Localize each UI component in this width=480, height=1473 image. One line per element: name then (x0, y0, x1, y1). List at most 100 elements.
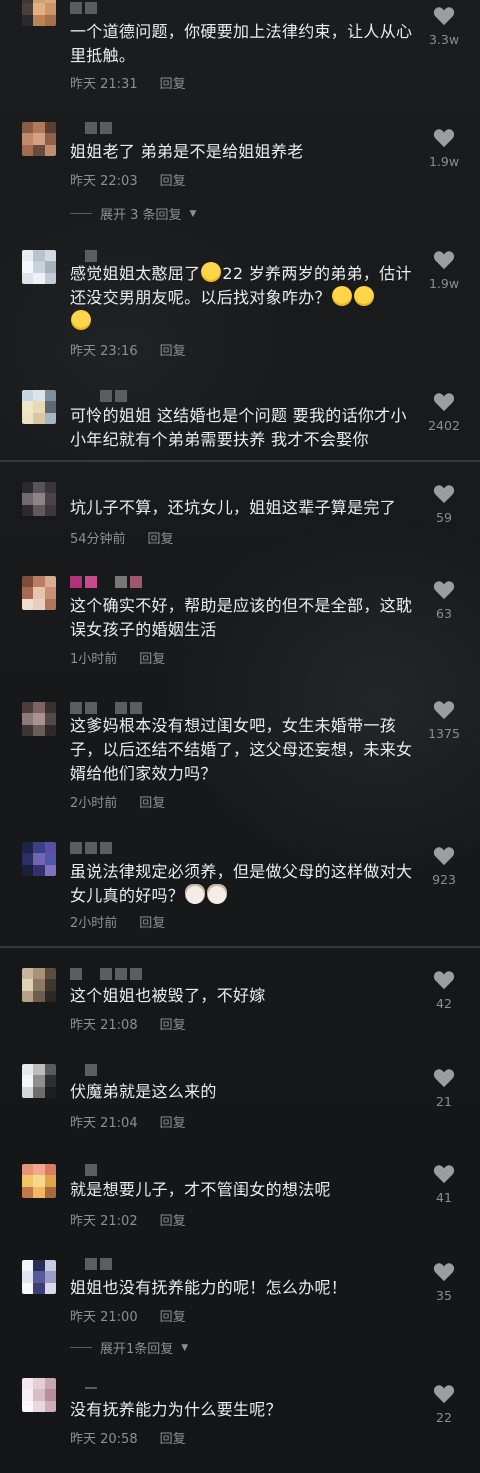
reply-button[interactable]: 回复 (160, 1210, 186, 1229)
comment-time: 昨天 21:04 (70, 1116, 138, 1131)
reply-button[interactable]: 回复 (160, 1112, 186, 1131)
comment-meta: 昨天 22:03 回复 (70, 170, 186, 189)
avatar[interactable] (22, 122, 56, 156)
avatar[interactable] (22, 702, 56, 736)
like-button[interactable]: 2402 (424, 392, 464, 433)
username-blurred[interactable] (70, 122, 112, 134)
like-count: 21 (436, 1094, 452, 1109)
like-count: 1375 (428, 726, 460, 741)
avatar[interactable] (22, 576, 56, 610)
comment-meta: 昨天 21:02 回复 (70, 1210, 186, 1229)
avatar[interactable] (22, 968, 56, 1002)
username-blurred[interactable] (70, 2, 97, 14)
like-count: 42 (436, 996, 452, 1011)
comment-meta: 昨天 21:31 回复 (70, 73, 186, 92)
reply-button[interactable]: 回复 (160, 1428, 186, 1447)
like-button[interactable]: 22 (424, 1384, 464, 1425)
comment-time: 2小时前 (70, 796, 118, 811)
heart-icon (433, 701, 455, 720)
comment-text-part: 感觉姐姐太憨屈了 (70, 264, 201, 283)
avatar[interactable] (22, 1260, 56, 1294)
like-button[interactable]: 59 (424, 484, 464, 525)
like-button[interactable]: 1.9w (424, 128, 464, 169)
comment-text: 这个确实不好，帮助是应该的但不是全部，这耽误女孩子的婚姻生活 (70, 596, 413, 639)
username-blurred[interactable] (70, 1258, 112, 1270)
like-button[interactable]: 1375 (424, 700, 464, 741)
reply-button[interactable]: 回复 (160, 1306, 186, 1325)
username-blurred[interactable] (70, 1382, 97, 1394)
comment-text: 姐姐老了 弟弟是不是给姐姐养老 (70, 142, 304, 161)
expand-line (70, 1347, 92, 1348)
like-button[interactable]: 63 (424, 580, 464, 621)
expand-label: 展开 3 条回复 (100, 208, 182, 223)
reply-button[interactable]: 回复 (160, 340, 186, 359)
cat-emoji-icon (207, 884, 228, 904)
avatar[interactable] (22, 390, 56, 424)
cat-emoji-icon (185, 884, 206, 904)
like-button[interactable]: 3.3w (424, 6, 464, 47)
comment-time: 昨天 22:03 (70, 174, 138, 189)
expand-line (70, 213, 92, 214)
reply-button[interactable]: 回复 (160, 1014, 186, 1033)
avatar[interactable] (22, 1378, 56, 1412)
comment-meta: 昨天 23:16 回复 (70, 340, 186, 359)
heart-icon (433, 393, 455, 412)
heart-icon (433, 1385, 455, 1404)
username-blurred[interactable] (70, 968, 142, 980)
like-button[interactable]: 1.9w (424, 250, 464, 291)
username-blurred[interactable] (70, 1164, 97, 1176)
like-count: 2402 (428, 418, 460, 433)
comment-meta: 昨天 20:58 回复 (70, 1428, 186, 1447)
avatar[interactable] (22, 482, 56, 516)
like-button[interactable]: 21 (424, 1068, 464, 1109)
like-count: 1.9w (428, 276, 460, 291)
comment-text: 这个姐姐也被毁了，不好嫁 (70, 986, 266, 1005)
comment-meta: 2小时前 回复 (70, 792, 165, 811)
like-button[interactable]: 42 (424, 970, 464, 1011)
heart-icon (433, 971, 455, 990)
heart-icon (433, 581, 455, 600)
comment-meta: 昨天 21:04 回复 (70, 1112, 186, 1131)
comment-time: 1小时前 (70, 652, 118, 667)
avatar[interactable] (22, 1164, 56, 1198)
reply-button[interactable]: 回复 (139, 648, 165, 667)
reply-button[interactable]: 回复 (139, 912, 165, 931)
avatar[interactable] (22, 250, 56, 284)
username-blurred[interactable] (70, 576, 142, 588)
like-button[interactable]: 41 (424, 1164, 464, 1205)
comment-text: 虽说法律规定必须养，但是做父母的这样做对大女儿真的好吗？ (70, 860, 422, 908)
like-count: 22 (436, 1410, 452, 1425)
like-button[interactable]: 923 (424, 846, 464, 887)
heart-icon (433, 847, 455, 866)
heart-icon (433, 1165, 455, 1184)
avatar[interactable] (22, 1064, 56, 1098)
like-count: 35 (436, 1288, 452, 1303)
reply-button[interactable]: 回复 (148, 528, 174, 547)
username-blurred[interactable] (70, 250, 97, 262)
reply-button[interactable]: 回复 (139, 792, 165, 811)
username-blurred[interactable] (70, 1064, 97, 1076)
expand-replies-button[interactable]: 展开1条回复 ▼ (70, 1338, 188, 1357)
expand-replies-button[interactable]: 展开 3 条回复 ▼ (70, 204, 196, 223)
laughing-crying-emoji-icon (201, 262, 222, 282)
like-count: 41 (436, 1190, 452, 1205)
like-button[interactable]: 35 (424, 1262, 464, 1303)
heart-icon (433, 1069, 455, 1088)
username-blurred[interactable] (70, 390, 127, 402)
like-count: 63 (436, 606, 452, 621)
laughing-crying-emoji-icon (331, 286, 352, 306)
reply-button[interactable]: 回复 (160, 73, 186, 92)
avatar[interactable] (22, 0, 56, 26)
heart-icon (433, 485, 455, 504)
username-blurred[interactable] (70, 842, 112, 854)
username-blurred[interactable] (70, 702, 142, 714)
comment-time: 昨天 21:08 (70, 1018, 138, 1033)
comment-text: 感觉姐姐太憨屈了 22 岁养两岁的弟弟，估计还没交男朋友呢。以后找对象咋办？ (70, 262, 422, 334)
comment-meta: 2小时前 回复 (70, 912, 165, 931)
heart-icon (433, 129, 455, 148)
avatar[interactable] (22, 842, 56, 876)
comment-time: 昨天 21:02 (70, 1214, 138, 1229)
reply-button[interactable]: 回复 (160, 170, 186, 189)
chevron-down-icon: ▼ (189, 208, 197, 219)
comment-time: 54分钟前 (70, 532, 126, 547)
